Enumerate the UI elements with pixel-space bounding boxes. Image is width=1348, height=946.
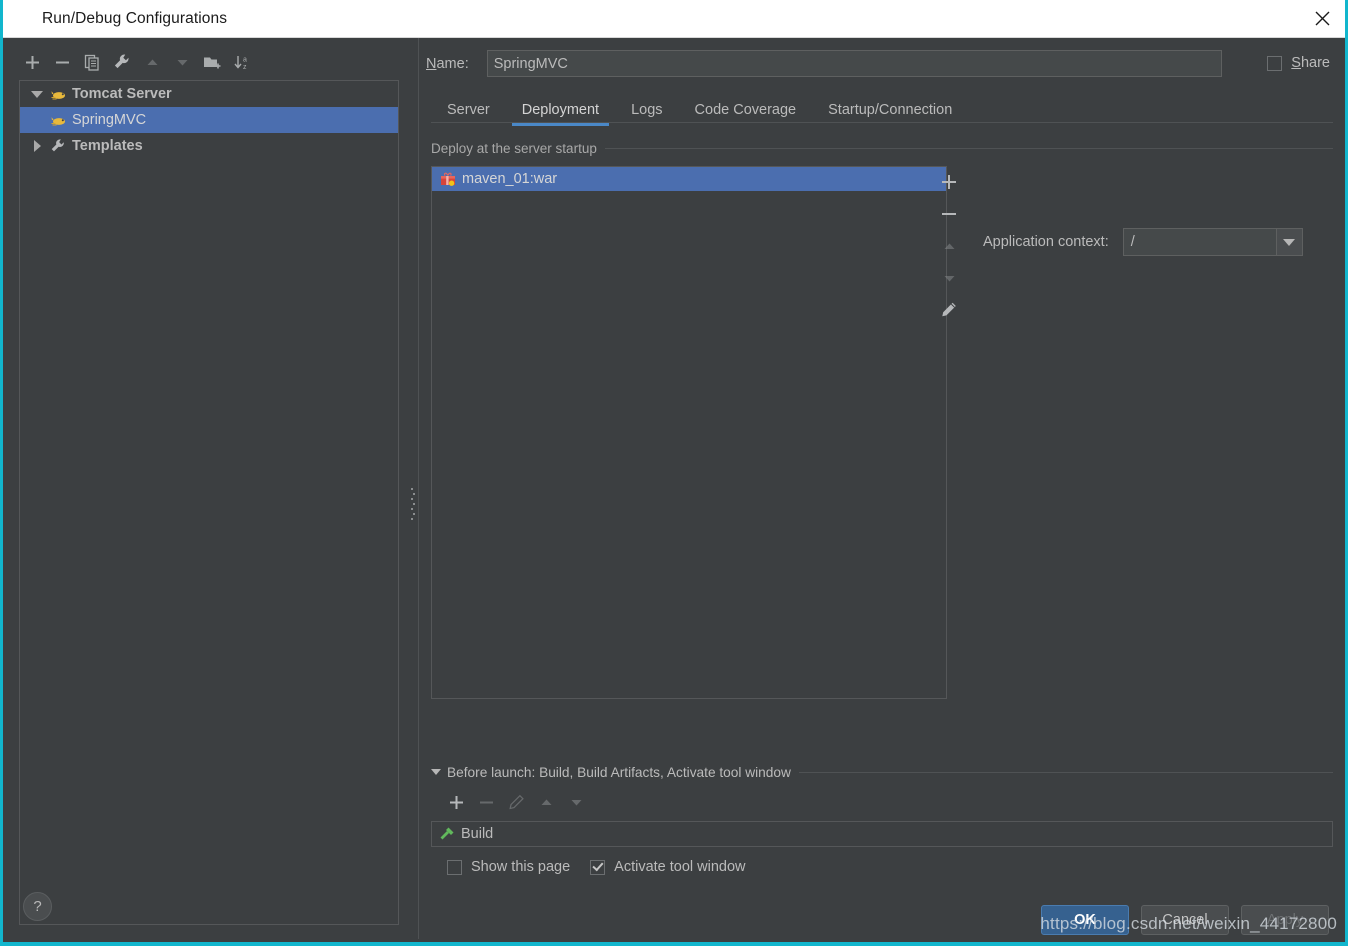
show-this-page-box[interactable]	[447, 859, 462, 875]
pencil-icon[interactable]	[931, 294, 967, 326]
dialog-buttons: OK Cancel Apply	[1029, 905, 1329, 935]
before-launch-tasks-list[interactable]: Build	[431, 821, 1333, 847]
configurations-toolbar: a z	[17, 48, 257, 76]
move-artifact-down-button[interactable]	[931, 262, 967, 294]
before-launch-options: Show this page Activate tool window	[447, 859, 1333, 875]
apply-button[interactable]: Apply	[1241, 905, 1329, 935]
wrench-icon[interactable]	[107, 49, 137, 75]
copy-configuration-button[interactable]	[77, 49, 107, 75]
tree-item-label: SpringMVC	[72, 112, 147, 128]
deploy-group-title: Deploy at the server startup	[431, 140, 597, 156]
before-launch-header[interactable]: Before launch: Build, Build Artifacts, A…	[431, 762, 1333, 782]
svg-text:z: z	[243, 64, 247, 71]
tab-label: Code Coverage	[694, 101, 797, 118]
cancel-label: Cancel	[1162, 912, 1208, 928]
help-button[interactable]: ?	[23, 892, 52, 921]
activate-tool-window-box[interactable]	[590, 859, 606, 875]
configurations-tree[interactable]: Tomcat Server SpringMVC Templates	[19, 80, 399, 925]
application-context-label: Application context:	[983, 234, 1109, 250]
name-input[interactable]	[486, 50, 1222, 77]
move-up-button[interactable]	[137, 49, 167, 75]
activate-tool-window-checkbox[interactable]: Activate tool window	[590, 859, 746, 875]
group-divider	[798, 771, 1333, 773]
add-artifact-button[interactable]	[931, 166, 967, 198]
window-title: Run/Debug Configurations	[42, 9, 228, 27]
build-hammer-icon	[438, 826, 455, 843]
remove-task-button[interactable]	[471, 789, 501, 815]
application-context-row: Application context: /	[983, 228, 1303, 256]
move-task-down-button[interactable]	[561, 789, 591, 815]
folder-add-icon[interactable]	[197, 49, 227, 75]
list-item[interactable]: maven_01:war	[432, 167, 946, 191]
configuration-editor-panel: Name: Share Server Deployment Logs Code …	[419, 38, 1345, 939]
tree-item-label: Templates	[72, 138, 143, 154]
before-launch-toolbar	[441, 789, 1333, 815]
name-label: Name:	[426, 55, 469, 72]
chevron-down-icon[interactable]	[1275, 229, 1302, 255]
application-context-combobox[interactable]: /	[1122, 228, 1303, 256]
tree-item-label: Tomcat Server	[72, 86, 172, 102]
share-checkbox-box[interactable]	[1267, 55, 1283, 71]
run-debug-configurations-dialog: IJ Run/Debug Configurations	[0, 0, 1348, 946]
dialog-body: a z Tomcat Server SpringMVC Templates Na…	[3, 38, 1345, 939]
deploy-list-toolbar	[931, 166, 967, 326]
before-launch-section: Before launch: Build, Build Artifacts, A…	[431, 762, 1333, 875]
close-icon[interactable]	[1299, 0, 1345, 37]
list-item-label: maven_01:war	[462, 171, 558, 187]
group-divider	[604, 147, 1333, 149]
tomcat-icon	[48, 87, 68, 102]
panel-splitter[interactable]	[408, 38, 418, 939]
tree-item-tomcat-server[interactable]: Tomcat Server	[20, 81, 398, 107]
tab-label: Server	[447, 101, 490, 118]
tomcat-icon	[48, 113, 68, 128]
move-down-button[interactable]	[167, 49, 197, 75]
show-this-page-checkbox[interactable]: Show this page	[447, 859, 570, 875]
tree-item-springmvc[interactable]: SpringMVC	[20, 107, 398, 133]
configuration-tabs[interactable]: Server Deployment Logs Code Coverage Sta…	[431, 90, 968, 126]
tab-label: Deployment	[521, 101, 600, 118]
chevron-down-icon[interactable]	[26, 90, 48, 98]
chevron-right-icon[interactable]	[26, 140, 48, 152]
remove-artifact-button[interactable]	[931, 198, 967, 230]
deploy-group-header: Deploy at the server startup	[431, 138, 1333, 158]
before-launch-title: Before launch: Build, Build Artifacts, A…	[447, 764, 791, 780]
show-this-page-label: Show this page	[471, 859, 571, 875]
deploy-artifacts-list[interactable]: maven_01:war	[431, 166, 947, 699]
tab-label: Startup/Connection	[828, 101, 953, 118]
edit-task-button[interactable]	[501, 789, 531, 815]
share-label: Share	[1291, 55, 1330, 71]
artifact-icon	[438, 171, 458, 187]
configurations-panel: a z Tomcat Server SpringMVC Templates	[3, 38, 413, 939]
activate-tool-window-label: Activate tool window	[614, 859, 746, 875]
application-context-value: /	[1130, 234, 1135, 250]
deploy-group: Deploy at the server startup maven_01:wa…	[431, 138, 1333, 763]
share-checkbox[interactable]: Share	[1267, 55, 1330, 71]
ok-button[interactable]: OK	[1041, 905, 1129, 935]
task-label: Build	[461, 826, 494, 842]
move-artifact-up-button[interactable]	[931, 230, 967, 262]
move-task-up-button[interactable]	[531, 789, 561, 815]
intellij-idea-icon: IJ	[14, 7, 33, 28]
tab-label: Logs	[631, 101, 663, 118]
sort-az-icon[interactable]: a z	[227, 49, 257, 75]
name-row: Name:	[426, 50, 1222, 77]
tree-item-templates[interactable]: Templates	[20, 133, 398, 159]
add-configuration-button[interactable]	[17, 49, 47, 75]
svg-text:a: a	[243, 56, 247, 63]
help-label: ?	[33, 898, 42, 915]
apply-label: Apply	[1266, 912, 1304, 928]
cancel-button[interactable]: Cancel	[1141, 905, 1229, 935]
add-task-button[interactable]	[441, 789, 471, 815]
tab-separator	[431, 122, 1333, 123]
splitter-grip[interactable]	[411, 488, 415, 522]
ok-label: OK	[1074, 912, 1096, 928]
wrench-icon	[48, 138, 68, 154]
title-bar: IJ Run/Debug Configurations	[3, 0, 1345, 38]
chevron-down-icon[interactable]	[431, 769, 441, 775]
remove-configuration-button[interactable]	[47, 49, 77, 75]
